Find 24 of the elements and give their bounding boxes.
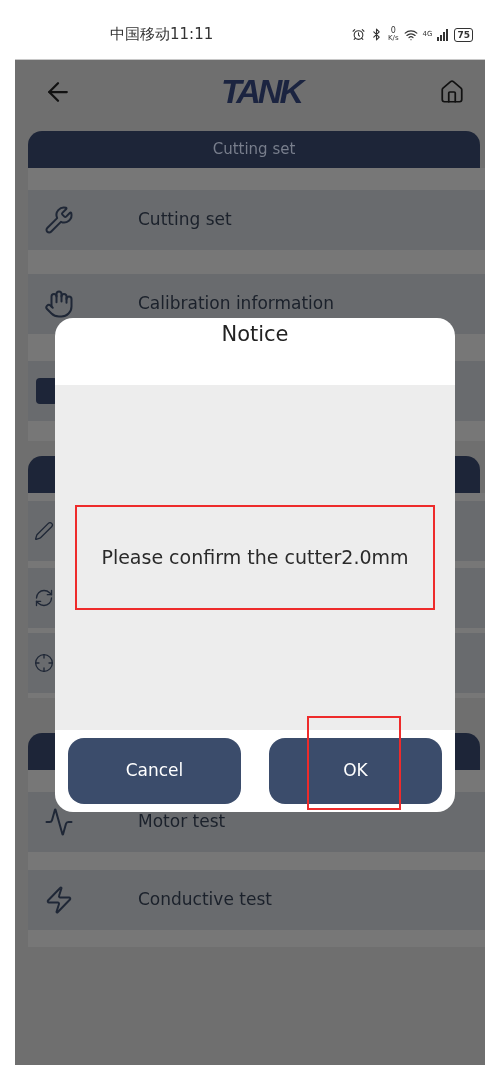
dialog-button[interactable]: Cancel: [68, 738, 241, 804]
refresh-icon: [34, 588, 54, 608]
wrench-icon: [44, 205, 74, 235]
signal-icon: [437, 28, 450, 41]
carrier-time: 中国移动11:11: [110, 24, 214, 46]
row-label: Conductive test: [138, 888, 272, 912]
list-row[interactable]: Conductive test: [28, 870, 485, 930]
pen-icon: [34, 521, 54, 541]
pulse-icon: [44, 807, 74, 837]
crosshair-icon: [34, 653, 54, 673]
row-label: Cutting set: [138, 208, 232, 232]
dialog-button[interactable]: OK: [269, 738, 442, 804]
alarm-icon: [351, 28, 365, 41]
home-icon[interactable]: [439, 78, 465, 105]
hand-icon: [44, 289, 74, 319]
dialog-message: Please confirm the cutter2.0mm: [101, 545, 409, 571]
row-label: Motor test: [138, 810, 226, 834]
wifi-icon: [403, 27, 418, 42]
list-row[interactable]: Cutting set: [28, 190, 485, 250]
row-label: Calibration information: [138, 292, 334, 316]
lightning-icon: [44, 885, 74, 915]
battery-level: 75: [454, 27, 473, 42]
section-title: Cutting set: [212, 139, 296, 161]
net-speed-value: 0: [390, 27, 396, 35]
